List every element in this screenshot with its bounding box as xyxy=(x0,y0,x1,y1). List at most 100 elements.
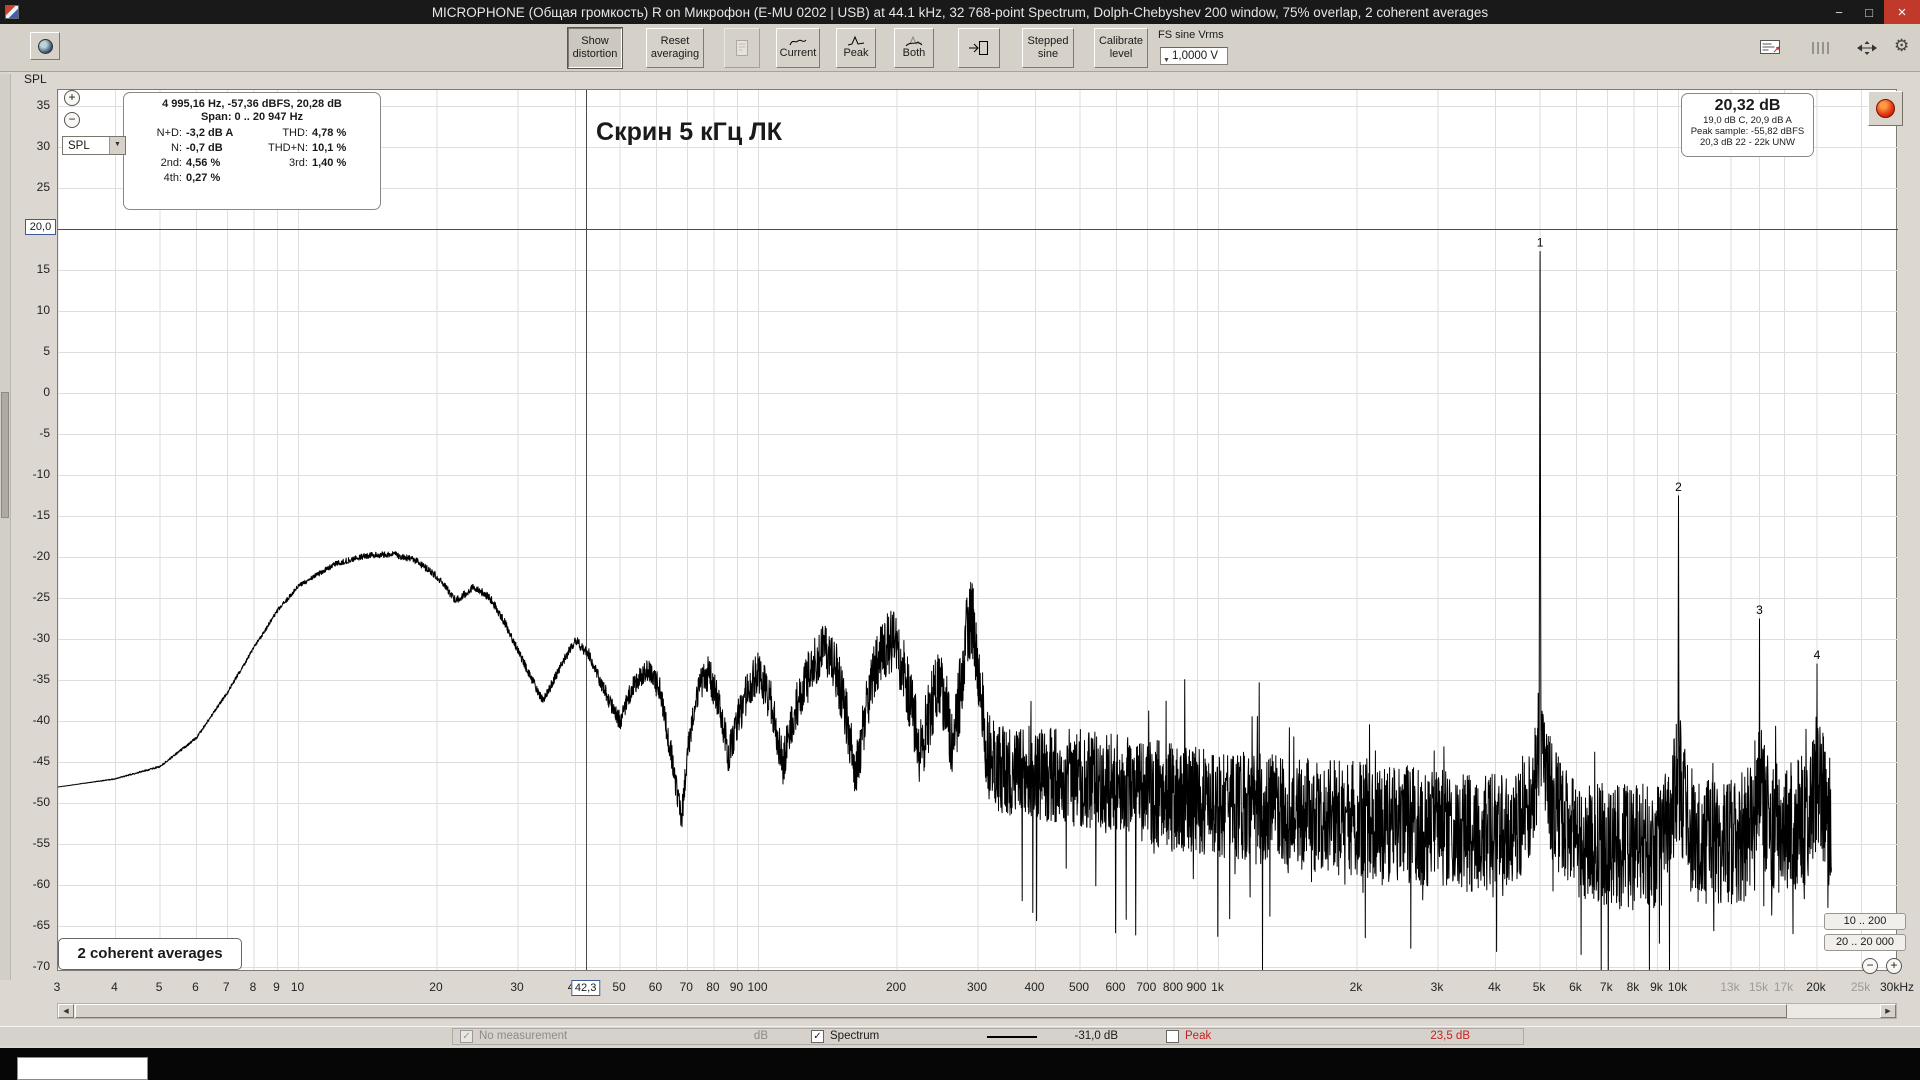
h3-label: 3rd: xyxy=(289,157,308,169)
x-tick-label: 8k xyxy=(1626,980,1640,994)
y-tick-label: 35 xyxy=(36,98,50,113)
nd-label: N+D: xyxy=(156,127,182,139)
calibrate-level-button[interactable]: Calibrate level xyxy=(1094,28,1148,68)
scroll-left-button[interactable]: ◀ xyxy=(58,1004,74,1018)
maximize-button[interactable]: □ xyxy=(1854,0,1884,24)
x-tick-label: 80 xyxy=(706,980,720,994)
spectrum-plot[interactable]: 1 2 3 4 Скрин 5 кГц ЛК xyxy=(57,89,1898,971)
y-tick-label: -45 xyxy=(32,754,50,769)
zoom-out-x-button[interactable]: − xyxy=(1862,958,1878,974)
stepped-sine-button[interactable]: Stepped sine xyxy=(1022,28,1074,68)
y-tick-label: -15 xyxy=(32,508,50,523)
x-tick-label: 300 xyxy=(966,980,988,994)
close-button[interactable]: × xyxy=(1884,0,1920,24)
y-tick-label: -40 xyxy=(32,713,50,728)
zoom-out-button[interactable]: − xyxy=(64,112,80,128)
y-tick-label: -25 xyxy=(32,590,50,605)
scaling-view-button[interactable] xyxy=(1755,34,1787,62)
thdn-value: 10,1 % xyxy=(312,142,347,154)
y-cursor-value[interactable]: 20,0 xyxy=(25,219,56,236)
spectrum-svg[interactable]: 1 2 3 4 xyxy=(58,90,1898,970)
window-controls: − □ × xyxy=(1824,0,1920,24)
minimize-button[interactable]: − xyxy=(1824,0,1854,24)
scroll-right-button[interactable]: ▶ xyxy=(1880,1004,1896,1018)
harmonic-peak-label: 1 xyxy=(1537,236,1544,250)
cursor-readout: 4 995,16 Hz, -57,36 dBFS, 20,28 dB xyxy=(162,98,342,110)
current-curve-icon xyxy=(789,39,807,46)
n-value: -0,7 dB xyxy=(186,142,223,154)
x-tick-label: 2k xyxy=(1349,980,1363,994)
snapshot-button[interactable] xyxy=(30,32,60,60)
y-tick-label: -5 xyxy=(39,426,50,441)
level-meter-icon xyxy=(1760,40,1780,54)
wav-file-button[interactable] xyxy=(724,28,760,68)
signal-generator-button[interactable] xyxy=(958,28,1000,68)
both-spectra-button[interactable]: Both xyxy=(894,28,934,68)
y-tick-label: -55 xyxy=(32,836,50,851)
gear-icon[interactable]: ⚙ xyxy=(1894,36,1909,56)
background-window xyxy=(17,1057,148,1080)
y-tick-label: 25 xyxy=(36,180,50,195)
h4-value: 0,27 % xyxy=(186,172,221,184)
y-axis-title: SPL xyxy=(24,72,47,86)
horizontal-scrollbar[interactable]: ◀ ▶ xyxy=(57,1003,1897,1019)
h2-label: 2nd: xyxy=(160,157,182,169)
x-tick-label: 9 xyxy=(273,980,280,994)
y-tick-label: -60 xyxy=(32,877,50,892)
x-tick-label: 7k xyxy=(1599,980,1613,994)
y-tick-label: 5 xyxy=(43,344,50,359)
x-tick-label: 10 xyxy=(290,980,305,994)
x-tick-label: 5k xyxy=(1532,980,1546,994)
zoom-in-x-button[interactable]: + xyxy=(1886,958,1902,974)
title-bar: MICROPHONE (Общая громкость) R on Микроф… xyxy=(0,0,1920,24)
x-tick-label: 13k xyxy=(1720,980,1740,994)
x-tick-label: 3 xyxy=(53,980,61,994)
chevron-down-icon: ▼ xyxy=(1163,57,1170,64)
no-measurement-value: dB xyxy=(753,1030,768,1042)
thdn-label: THD+N: xyxy=(267,142,308,154)
spectrum-trace xyxy=(58,251,1832,970)
x-tick-label: 90 xyxy=(729,980,744,994)
show-distortion-button[interactable]: Show distortion xyxy=(568,28,622,68)
fs-sine-vrms-input[interactable]: ▼ 1,0000 V xyxy=(1160,47,1228,65)
y-tick-label: 10 xyxy=(36,303,50,318)
x-tick-label: 5 xyxy=(155,980,163,994)
vertical-scrollbar-thumb[interactable] xyxy=(1,392,9,518)
chart-title: Скрин 5 кГц ЛК xyxy=(596,118,782,146)
level-weighted-values: 19,0 dB C, 20,9 dB A xyxy=(1703,115,1792,126)
spectrum-label: Spectrum xyxy=(830,1030,880,1042)
record-button[interactable] xyxy=(1868,91,1903,126)
no-measurement-checkbox[interactable]: ✓ xyxy=(460,1030,473,1043)
zoom-in-button[interactable]: + xyxy=(64,90,80,106)
nd-value: -3,2 dB A xyxy=(186,127,234,139)
record-icon xyxy=(1876,99,1895,118)
spectrum-line-swatch xyxy=(987,1036,1037,1038)
x-tick-label: 60 xyxy=(648,980,663,994)
pan-zoom-button[interactable] xyxy=(1851,34,1883,62)
y-tick-label: -65 xyxy=(32,918,50,933)
horizontal-scrollbar-thumb[interactable] xyxy=(75,1004,1787,1018)
peak-checkbox[interactable] xyxy=(1166,1030,1179,1043)
x-tick-label: 17k xyxy=(1773,980,1794,994)
x-tick-label: 6 xyxy=(192,980,199,994)
band-bars-button[interactable] xyxy=(1804,34,1836,62)
range-10-200-button[interactable]: 10 .. 200 xyxy=(1824,913,1906,930)
x-tick-label: 30kHz xyxy=(1879,980,1915,994)
peak-sample-value: Peak sample: -55,82 dBFS xyxy=(1690,126,1805,137)
level-db-value: 20,32 dB xyxy=(1714,97,1781,114)
current-spectrum-button[interactable]: Current xyxy=(776,28,820,68)
x-tick-label: 4k xyxy=(1488,980,1501,994)
harmonic-peak-label: 2 xyxy=(1675,480,1682,494)
spectrum-checkbox[interactable]: ✓ xyxy=(811,1030,824,1043)
x-cursor-value[interactable]: 42,3 xyxy=(570,980,601,996)
range-20-20000-button[interactable]: 20 .. 20 000 xyxy=(1824,934,1906,951)
x-tick-label: 1k xyxy=(1211,980,1224,994)
x-tick-label: 600 xyxy=(1105,980,1126,994)
peak-hold-label: Peak xyxy=(1185,1030,1212,1042)
y-tick-label: -30 xyxy=(32,631,50,646)
y-unit-select[interactable]: SPL ▼ xyxy=(62,136,126,155)
peak-spectrum-button[interactable]: Peak xyxy=(836,28,876,68)
y-tick-label: -20 xyxy=(32,549,50,564)
averages-badge: 2 coherent averages xyxy=(58,938,242,970)
reset-averaging-button[interactable]: Reset averaging xyxy=(646,28,704,68)
